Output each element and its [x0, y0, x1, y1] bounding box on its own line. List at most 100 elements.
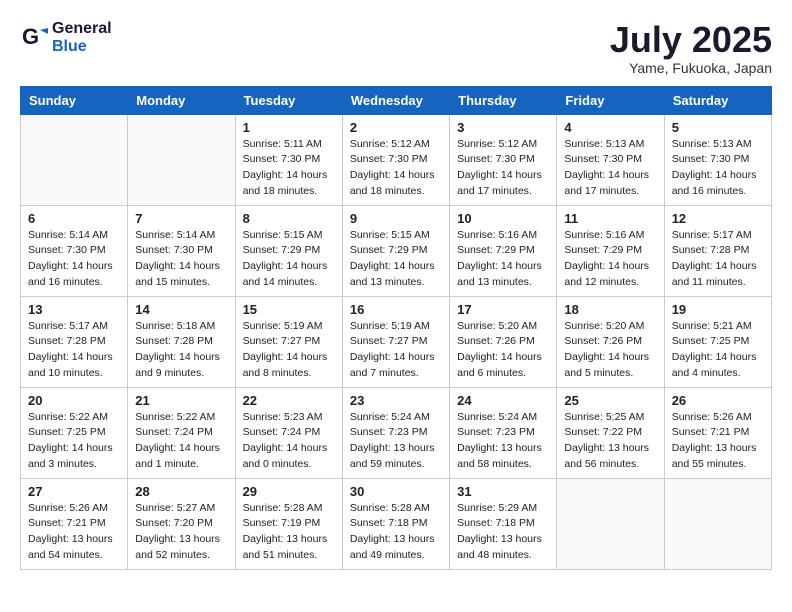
- day-number: 7: [135, 211, 227, 226]
- day-number: 11: [564, 211, 656, 226]
- calendar-cell: 13 Sunrise: 5:17 AMSunset: 7:28 PMDayligh…: [21, 296, 128, 387]
- logo-icon: G: [20, 24, 48, 52]
- day-number: 14: [135, 302, 227, 317]
- calendar-week-row: 20 Sunrise: 5:22 AMSunset: 7:25 PMDayligh…: [21, 387, 772, 478]
- calendar-cell: 9Sunrise: 5:15 AMSunset: 7:29 PMDaylight…: [342, 205, 449, 296]
- calendar-cell: 12Sunrise: 5:17 AMSunset: 7:28 PMDayligh…: [664, 205, 771, 296]
- day-number: 26: [672, 393, 764, 408]
- day-number: 18: [564, 302, 656, 317]
- calendar-table: SundayMondayTuesdayWednesdayThursdayFrid…: [20, 86, 772, 570]
- month-title: July 2025: [610, 20, 772, 60]
- day-number: 16: [350, 302, 442, 317]
- calendar-cell: 30 Sunrise: 5:28 AMSunset: 7:18 PMDayligh…: [342, 478, 449, 569]
- calendar-cell: [21, 114, 128, 205]
- day-info: Sunrise: 5:23 AMSunset: 7:24 PMDaylight:…: [243, 410, 335, 473]
- day-info: Sunrise: 5:12 AMSunset: 7:30 PMDaylight:…: [350, 137, 442, 200]
- day-number: 27: [28, 484, 120, 499]
- day-number: 21: [135, 393, 227, 408]
- day-info: Sunrise: 5:14 AMSunset: 7:30 PMDaylight:…: [28, 228, 120, 291]
- day-info: Sunrise: 5:13 AMSunset: 7:30 PMDaylight:…: [672, 137, 764, 200]
- day-info: Sunrise: 5:15 AMSunset: 7:29 PMDaylight:…: [243, 228, 335, 291]
- day-number: 31: [457, 484, 549, 499]
- weekday-header-monday: Monday: [128, 86, 235, 114]
- calendar-cell: 2 Sunrise: 5:12 AMSunset: 7:30 PMDaylight…: [342, 114, 449, 205]
- day-info: Sunrise: 5:29 AMSunset: 7:18 PMDaylight:…: [457, 501, 549, 564]
- day-number: 19: [672, 302, 764, 317]
- day-info: Sunrise: 5:17 AMSunset: 7:28 PMDaylight:…: [672, 228, 764, 291]
- day-number: 13: [28, 302, 120, 317]
- day-info: Sunrise: 5:11 AMSunset: 7:30 PMDaylight:…: [243, 137, 335, 200]
- day-number: 1: [243, 120, 335, 135]
- calendar-week-row: 13 Sunrise: 5:17 AMSunset: 7:28 PMDayligh…: [21, 296, 772, 387]
- calendar-cell: 3 Sunrise: 5:12 AMSunset: 7:30 PMDaylight…: [450, 114, 557, 205]
- calendar-cell: 1 Sunrise: 5:11 AMSunset: 7:30 PMDaylight…: [235, 114, 342, 205]
- day-number: 5: [672, 120, 764, 135]
- calendar-cell: 7Sunrise: 5:14 AMSunset: 7:30 PMDaylight…: [128, 205, 235, 296]
- calendar-cell: 17Sunrise: 5:20 AMSunset: 7:26 PMDayligh…: [450, 296, 557, 387]
- weekday-header-row: SundayMondayTuesdayWednesdayThursdayFrid…: [21, 86, 772, 114]
- day-info: Sunrise: 5:12 AMSunset: 7:30 PMDaylight:…: [457, 137, 549, 200]
- day-info: Sunrise: 5:18 AMSunset: 7:28 PMDaylight:…: [135, 319, 227, 382]
- weekday-header-sunday: Sunday: [21, 86, 128, 114]
- day-number: 29: [243, 484, 335, 499]
- day-number: 30: [350, 484, 442, 499]
- day-info: Sunrise: 5:24 AMSunset: 7:23 PMDaylight:…: [350, 410, 442, 473]
- calendar-cell: 20 Sunrise: 5:22 AMSunset: 7:25 PMDayligh…: [21, 387, 128, 478]
- day-number: 24: [457, 393, 549, 408]
- day-info: Sunrise: 5:28 AMSunset: 7:18 PMDaylight:…: [350, 501, 442, 564]
- day-number: 20: [28, 393, 120, 408]
- calendar-cell: 29 Sunrise: 5:28 AMSunset: 7:19 PMDayligh…: [235, 478, 342, 569]
- weekday-header-saturday: Saturday: [664, 86, 771, 114]
- calendar-cell: 21 Sunrise: 5:22 AMSunset: 7:24 PMDayligh…: [128, 387, 235, 478]
- calendar-cell: [557, 478, 664, 569]
- calendar-cell: 8Sunrise: 5:15 AMSunset: 7:29 PMDaylight…: [235, 205, 342, 296]
- day-info: Sunrise: 5:15 AMSunset: 7:29 PMDaylight:…: [350, 228, 442, 291]
- day-info: Sunrise: 5:25 AMSunset: 7:22 PMDaylight:…: [564, 410, 656, 473]
- calendar-cell: 10 Sunrise: 5:16 AMSunset: 7:29 PMDayligh…: [450, 205, 557, 296]
- day-number: 2: [350, 120, 442, 135]
- calendar-cell: 16 Sunrise: 5:19 AMSunset: 7:27 PMDayligh…: [342, 296, 449, 387]
- calendar-cell: 4 Sunrise: 5:13 AMSunset: 7:30 PMDaylight…: [557, 114, 664, 205]
- day-number: 25: [564, 393, 656, 408]
- day-info: Sunrise: 5:19 AMSunset: 7:27 PMDaylight:…: [243, 319, 335, 382]
- logo-general: General: [52, 20, 112, 37]
- calendar-cell: 31 Sunrise: 5:29 AMSunset: 7:18 PMDayligh…: [450, 478, 557, 569]
- day-info: Sunrise: 5:19 AMSunset: 7:27 PMDaylight:…: [350, 319, 442, 382]
- calendar-cell: 6 Sunrise: 5:14 AMSunset: 7:30 PMDaylight…: [21, 205, 128, 296]
- day-number: 23: [350, 393, 442, 408]
- calendar-cell: 25 Sunrise: 5:25 AMSunset: 7:22 PMDayligh…: [557, 387, 664, 478]
- calendar-cell: 27Sunrise: 5:26 AMSunset: 7:21 PMDayligh…: [21, 478, 128, 569]
- day-info: Sunrise: 5:21 AMSunset: 7:25 PMDaylight:…: [672, 319, 764, 382]
- day-number: 3: [457, 120, 549, 135]
- day-number: 4: [564, 120, 656, 135]
- calendar-week-row: 27Sunrise: 5:26 AMSunset: 7:21 PMDayligh…: [21, 478, 772, 569]
- weekday-header-wednesday: Wednesday: [342, 86, 449, 114]
- day-info: Sunrise: 5:22 AMSunset: 7:24 PMDaylight:…: [135, 410, 227, 473]
- calendar-cell: 19 Sunrise: 5:21 AMSunset: 7:25 PMDayligh…: [664, 296, 771, 387]
- day-info: Sunrise: 5:17 AMSunset: 7:28 PMDaylight:…: [28, 319, 120, 382]
- logo: G General Blue: [20, 20, 112, 56]
- day-info: Sunrise: 5:27 AMSunset: 7:20 PMDaylight:…: [135, 501, 227, 564]
- day-info: Sunrise: 5:16 AMSunset: 7:29 PMDaylight:…: [457, 228, 549, 291]
- calendar-cell: 11 Sunrise: 5:16 AMSunset: 7:29 PMDayligh…: [557, 205, 664, 296]
- day-info: Sunrise: 5:22 AMSunset: 7:25 PMDaylight:…: [28, 410, 120, 473]
- title-block: July 2025 Yame, Fukuoka, Japan: [610, 20, 772, 76]
- svg-text:G: G: [22, 24, 39, 49]
- day-number: 17: [457, 302, 549, 317]
- page-header: G General Blue July 2025 Yame, Fukuoka, …: [20, 20, 772, 76]
- calendar-cell: 5 Sunrise: 5:13 AMSunset: 7:30 PMDaylight…: [664, 114, 771, 205]
- day-number: 10: [457, 211, 549, 226]
- day-info: Sunrise: 5:16 AMSunset: 7:29 PMDaylight:…: [564, 228, 656, 291]
- day-number: 6: [28, 211, 120, 226]
- location-title: Yame, Fukuoka, Japan: [610, 60, 772, 76]
- calendar-cell: 14 Sunrise: 5:18 AMSunset: 7:28 PMDayligh…: [128, 296, 235, 387]
- day-number: 22: [243, 393, 335, 408]
- day-info: Sunrise: 5:28 AMSunset: 7:19 PMDaylight:…: [243, 501, 335, 564]
- calendar-cell: [128, 114, 235, 205]
- weekday-header-tuesday: Tuesday: [235, 86, 342, 114]
- day-info: Sunrise: 5:26 AMSunset: 7:21 PMDaylight:…: [672, 410, 764, 473]
- day-info: Sunrise: 5:20 AMSunset: 7:26 PMDaylight:…: [564, 319, 656, 382]
- day-info: Sunrise: 5:13 AMSunset: 7:30 PMDaylight:…: [564, 137, 656, 200]
- calendar-cell: 15Sunrise: 5:19 AMSunset: 7:27 PMDayligh…: [235, 296, 342, 387]
- day-info: Sunrise: 5:24 AMSunset: 7:23 PMDaylight:…: [457, 410, 549, 473]
